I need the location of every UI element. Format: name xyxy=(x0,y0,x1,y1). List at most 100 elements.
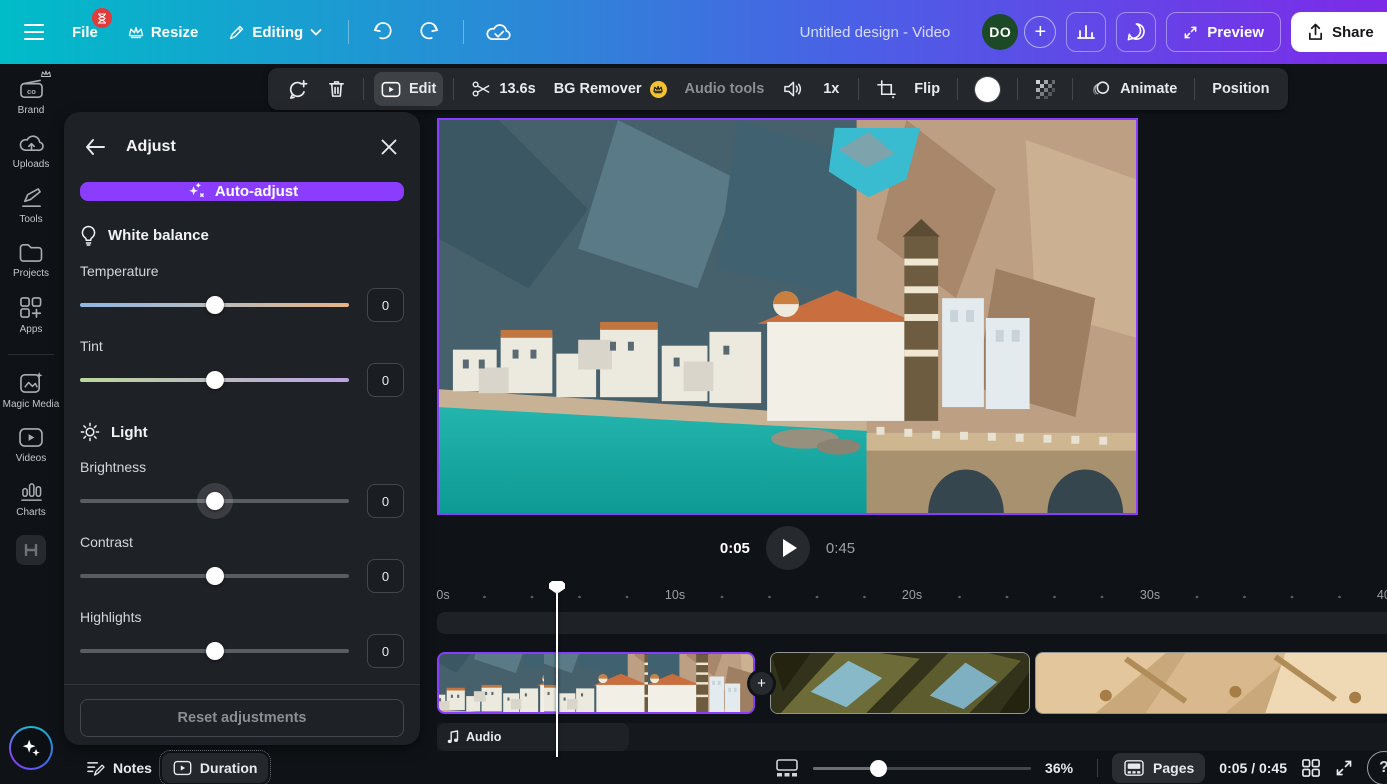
user-avatar[interactable]: DO xyxy=(982,14,1018,50)
highlights-slider[interactable] xyxy=(80,641,349,661)
share-button[interactable]: Share xyxy=(1291,12,1387,52)
timeline-zoom-slider[interactable] xyxy=(813,760,1031,776)
auto-adjust-button[interactable]: Auto-adjust xyxy=(80,182,404,201)
play-button[interactable] xyxy=(766,526,810,570)
sidebar-item-uploads[interactable]: Uploads xyxy=(2,133,60,170)
position-button[interactable]: Position xyxy=(1205,72,1276,106)
light-section-heading: Light xyxy=(80,422,404,442)
playback-speed-button[interactable]: 1x xyxy=(814,72,848,106)
brightness-slider-thumb[interactable] xyxy=(206,492,224,510)
speaker-icon xyxy=(782,80,803,98)
back-button[interactable] xyxy=(80,132,110,162)
notes-button[interactable]: Notes xyxy=(86,760,152,777)
sidebar-item-label: Apps xyxy=(20,324,43,335)
trim-duration-button[interactable]: 13.6s xyxy=(464,72,542,106)
contrast-slider-thumb[interactable] xyxy=(206,567,224,585)
design-title[interactable]: Untitled design - Video xyxy=(800,24,951,41)
redo-button[interactable] xyxy=(409,12,449,52)
sidebar-item-charts[interactable]: Charts xyxy=(2,481,60,518)
timeline-view-icon[interactable] xyxy=(775,758,799,778)
tint-value-box[interactable]: 0 xyxy=(367,363,404,397)
toolbar-divider xyxy=(1017,78,1018,100)
resize-button[interactable]: Resize xyxy=(116,12,211,52)
brightness-label: Brightness xyxy=(80,459,404,475)
ruler-label-40s: 40s xyxy=(1372,588,1387,602)
sidebar-item-brand[interactable]: co Brand xyxy=(2,78,60,116)
flip-button[interactable]: Flip xyxy=(907,72,947,106)
transparency-button[interactable] xyxy=(1028,72,1062,106)
position-label: Position xyxy=(1212,81,1269,97)
sidebar-item-apps[interactable]: Apps xyxy=(2,296,60,335)
sidebar-app-shortcut[interactable] xyxy=(16,535,46,565)
audio-track-chip[interactable]: Audio xyxy=(437,723,629,751)
highlights-slider-thumb[interactable] xyxy=(206,642,224,660)
duration-button[interactable]: Duration xyxy=(162,753,269,783)
brightness-value-box[interactable]: 0 xyxy=(367,484,404,518)
editing-mode-dropdown[interactable]: Editing xyxy=(216,12,334,52)
toolbar-divider xyxy=(453,78,454,100)
timeline-clip-2[interactable] xyxy=(770,652,1030,714)
top-navigation-bar: File Resize Editing xyxy=(0,0,1387,64)
selected-video-element[interactable] xyxy=(437,118,1138,515)
timeline-ruler[interactable]: 0s 10s 20s 30s 40s xyxy=(437,584,1387,610)
tint-slider[interactable] xyxy=(80,370,349,390)
reset-adjustments-button[interactable]: Reset adjustments xyxy=(80,699,404,737)
sidebar-item-label: Brand xyxy=(18,105,45,116)
undo-button[interactable] xyxy=(363,12,403,52)
preview-button[interactable]: Preview xyxy=(1166,12,1281,52)
temperature-slider-thumb[interactable] xyxy=(206,296,224,314)
pages-label: Pages xyxy=(1153,760,1194,776)
cloud-save-status-button[interactable] xyxy=(478,12,518,52)
add-member-button[interactable]: + xyxy=(1024,16,1056,48)
volume-button[interactable] xyxy=(775,72,810,106)
timeline-scroll-track[interactable] xyxy=(437,612,1387,634)
animate-label: Animate xyxy=(1120,81,1177,97)
hourglass-icon xyxy=(97,13,107,24)
ruler-label-10s: 10s xyxy=(660,588,690,602)
current-time: 0:05 xyxy=(720,540,750,557)
close-panel-button[interactable] xyxy=(374,132,404,162)
timeline-playhead[interactable] xyxy=(549,581,565,757)
transparency-checkerboard-icon xyxy=(1035,79,1055,99)
insights-button[interactable] xyxy=(1066,12,1106,52)
bg-remover-button[interactable]: BG Remover xyxy=(547,72,674,106)
clip1-thumb-3 xyxy=(648,654,753,712)
color-picker-button[interactable] xyxy=(968,72,1007,106)
contrast-value-box[interactable]: 0 xyxy=(367,559,404,593)
sidebar-item-projects[interactable]: Projects xyxy=(2,242,60,279)
trash-icon xyxy=(327,79,346,99)
highlights-value-box[interactable]: 0 xyxy=(367,634,404,668)
timeline-clip-3[interactable] xyxy=(1035,652,1387,714)
animate-button[interactable]: Animate xyxy=(1083,72,1184,106)
object-panel-sidebar: co Brand Uploads Tools Projects xyxy=(0,64,62,784)
sidebar-item-tools[interactable]: Tools xyxy=(2,187,60,225)
temperature-slider[interactable] xyxy=(80,295,349,315)
grid-view-icon[interactable] xyxy=(1301,758,1321,778)
audio-track-row[interactable]: Audio xyxy=(437,723,1387,751)
svg-text:co: co xyxy=(27,87,36,96)
help-button[interactable]: ? xyxy=(1367,751,1387,784)
file-menu-button[interactable]: File xyxy=(60,12,110,52)
pages-button[interactable]: Pages xyxy=(1112,753,1205,783)
sidebar-item-magic-media[interactable]: Magic Media xyxy=(2,371,60,410)
fullscreen-icon[interactable] xyxy=(1335,759,1353,777)
brightness-slider[interactable] xyxy=(80,491,349,511)
audio-tools-label: Audio tools xyxy=(685,81,765,97)
zoom-slider-thumb[interactable] xyxy=(870,760,887,777)
video-duration-icon xyxy=(173,760,192,776)
sidebar-item-videos[interactable]: Videos xyxy=(2,427,60,464)
edit-video-button[interactable]: Edit xyxy=(374,72,443,106)
add-clip-button[interactable]: + xyxy=(750,672,773,695)
tint-slider-thumb[interactable] xyxy=(206,371,224,389)
main-menu-button[interactable] xyxy=(14,12,54,52)
delete-button[interactable] xyxy=(319,72,353,106)
panel-title: Adjust xyxy=(126,138,374,156)
audio-tools-button[interactable]: Audio tools xyxy=(678,72,772,106)
chevron-down-icon xyxy=(310,28,322,36)
add-comment-button[interactable] xyxy=(280,72,315,106)
contrast-slider[interactable] xyxy=(80,566,349,586)
crop-button[interactable] xyxy=(869,72,903,106)
temperature-value-box[interactable]: 0 xyxy=(367,288,404,322)
comments-button[interactable] xyxy=(1116,12,1156,52)
timeline-clip-1-selected[interactable] xyxy=(437,652,755,714)
